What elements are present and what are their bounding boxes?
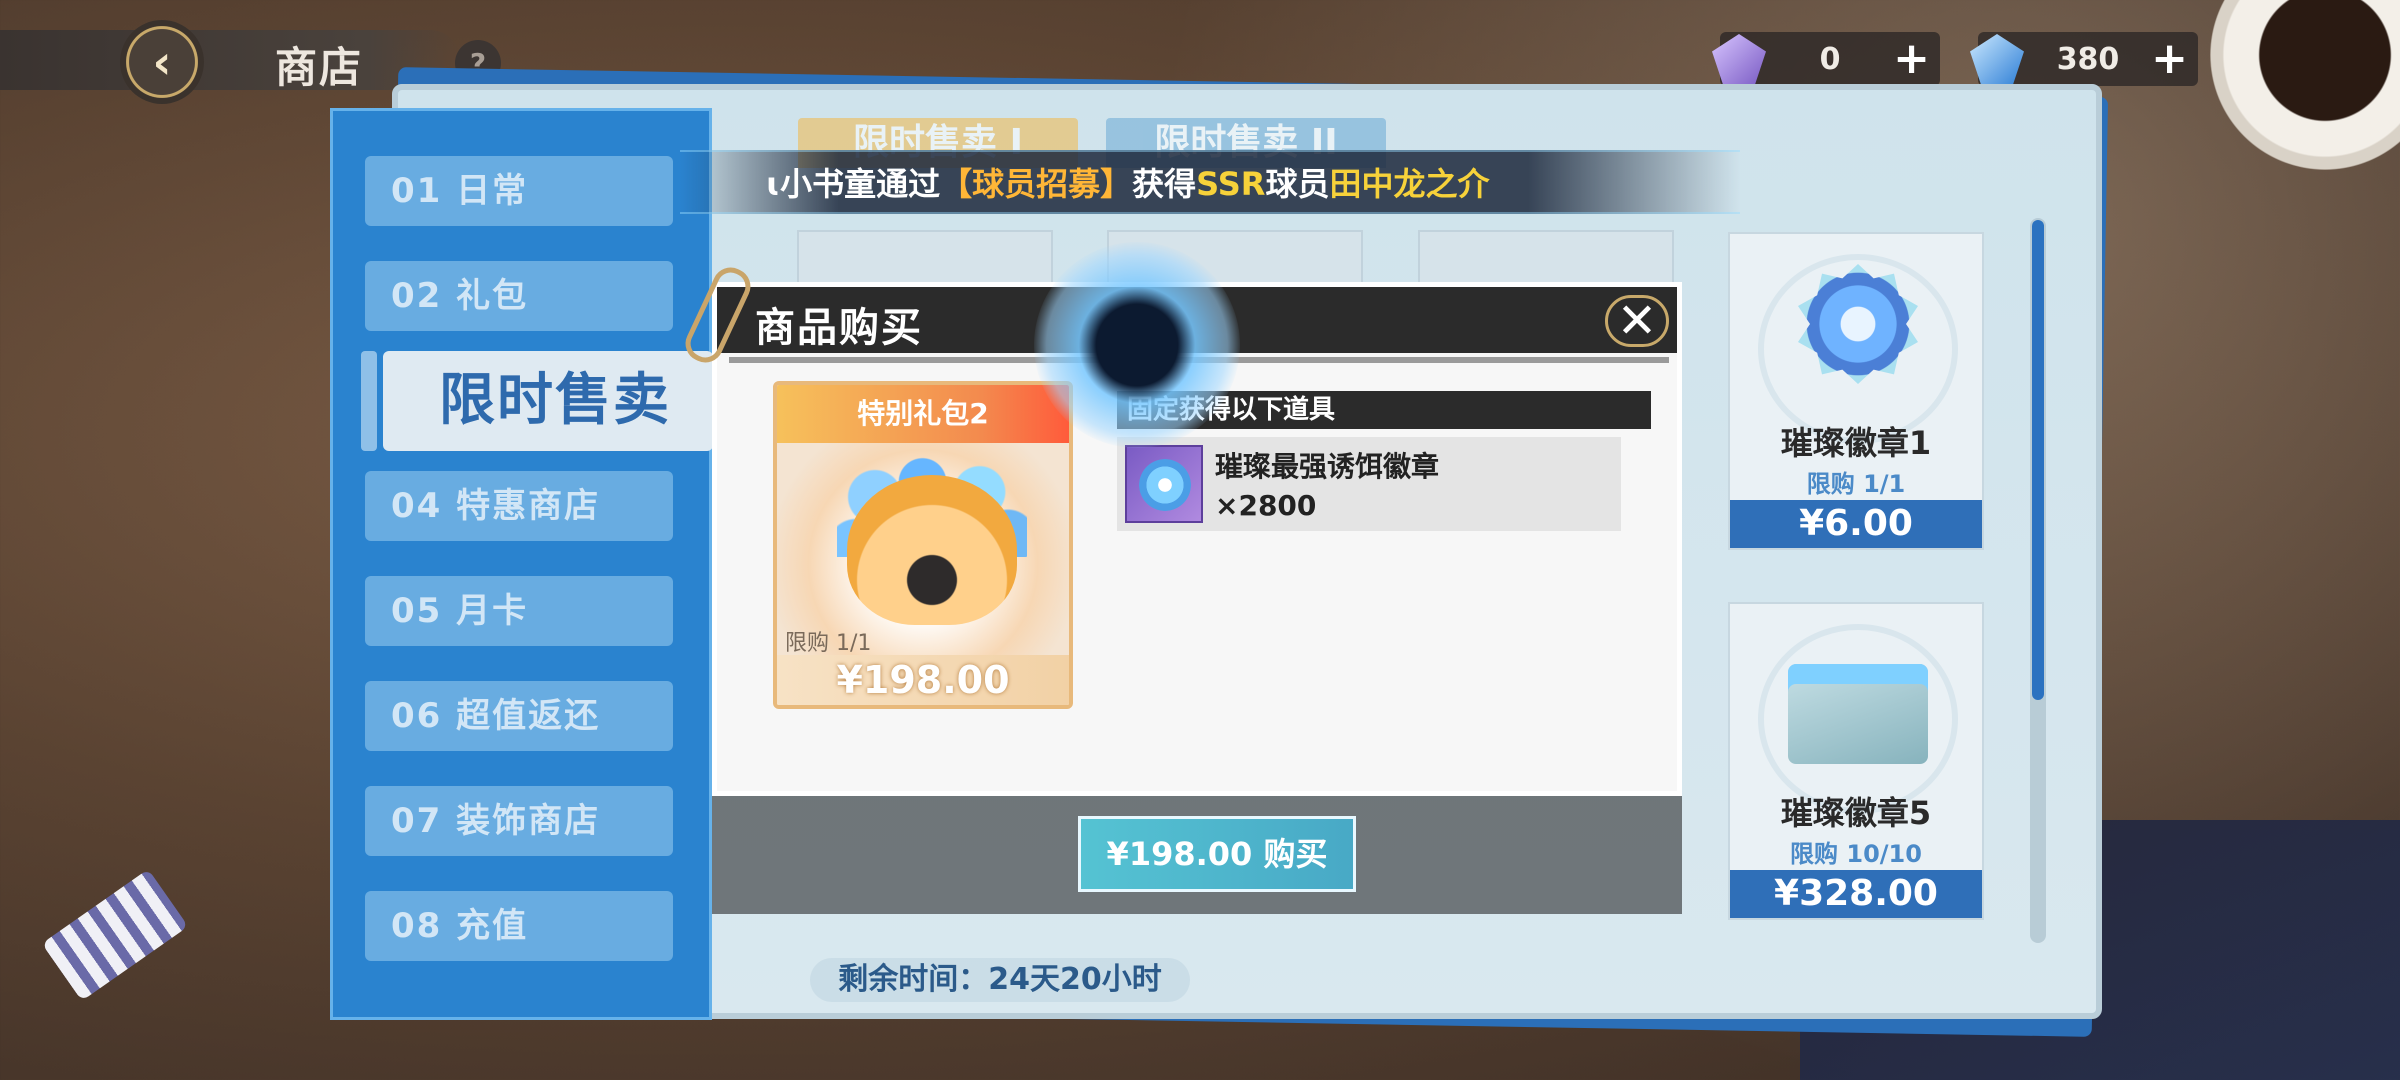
close-icon[interactable]: ✕ [1605, 295, 1669, 347]
gift-price: ¥198.00 [777, 655, 1069, 705]
product-name: 璀璨徽章5 [1780, 794, 1932, 832]
back-arrow-icon[interactable]: ‹ [120, 20, 204, 104]
reward-item-name: 璀璨最强诱饵徽章 [1215, 450, 1440, 483]
remaining-time: 剩余时间：24天20小时 [810, 958, 1190, 1002]
purple-gem-icon [1712, 34, 1766, 84]
currency-purple: 0 + [1712, 32, 1940, 86]
top-bar [0, 30, 460, 90]
dialog-title: 商品购买 [755, 305, 923, 351]
sidebar-item-recharge[interactable]: 08 充值 [365, 891, 673, 961]
product-card-badge-1[interactable]: 璀璨徽章1 限购 1/1 ¥6.00 [1728, 232, 1984, 550]
add-currency-button[interactable]: + [1893, 32, 1930, 86]
badge-item-icon [1125, 445, 1203, 523]
add-currency-button[interactable]: + [2151, 32, 2188, 86]
currency-value: 0 [1819, 41, 1841, 77]
sidebar-item-gift[interactable]: 02 礼包 [365, 261, 673, 331]
currency-value: 380 [2056, 41, 2120, 77]
purchase-limit: 限购 1/1 [1806, 470, 1906, 498]
marquee-text: ɩ小书童通过 [766, 165, 941, 203]
gift-title: 特别礼包2 [777, 385, 1069, 443]
glowing-orb-decoration [1034, 242, 1240, 448]
scrollbar-thumb[interactable] [2032, 220, 2044, 700]
buy-button[interactable]: ¥198.00 购买 [1078, 816, 1356, 892]
sidebar: 01 日常 02 礼包 限时售卖 04 特惠商店 05 月卡 06 超值返还 0… [330, 108, 713, 1020]
marquee-player-name: 田中龙之介 [1329, 165, 1490, 203]
announcement-marquee: ɩ小书童通过【球员招募】获得SSR球员田中龙之介 [680, 150, 1740, 214]
product-name: 璀璨徽章1 [1780, 424, 1932, 462]
reward-item-quantity: ×2800 [1215, 489, 1317, 522]
product-price: ¥328.00 [1730, 870, 1982, 918]
currency-blue: 380 + [1970, 32, 2198, 86]
sidebar-item-monthly-card[interactable]: 05 月卡 [365, 576, 673, 646]
sidebar-item-special-shop[interactable]: 04 特惠商店 [365, 471, 673, 541]
blue-gem-icon [1970, 34, 2024, 84]
sidebar-item-daily[interactable]: 01 日常 [365, 156, 673, 226]
badge-box-icon [1788, 664, 1928, 764]
gift-pack-card: 特别礼包2 限购 1/1 ¥198.00 [773, 381, 1073, 709]
gift-bag-icon [847, 475, 1017, 625]
marquee-text: 获得 [1132, 165, 1197, 203]
product-price: ¥6.00 [1730, 500, 1982, 548]
purchase-limit: 限购 10/10 [1790, 840, 1922, 868]
sidebar-item-decor-shop[interactable]: 07 装饰商店 [365, 786, 673, 856]
marquee-rarity: SSR [1196, 165, 1266, 203]
marquee-highlight: 【球员招募】 [940, 165, 1133, 203]
reward-item: 璀璨最强诱饵徽章 ×2800 [1117, 437, 1621, 531]
sidebar-item-limited-sale[interactable]: 限时售卖 [361, 351, 713, 451]
sidebar-item-rebate[interactable]: 06 超值返还 [365, 681, 673, 751]
page-title: 商店 [275, 43, 364, 92]
product-card-badge-5[interactable]: 璀璨徽章5 限购 10/10 ¥328.00 [1728, 602, 1984, 920]
gift-purchase-limit: 限购 1/1 [785, 631, 872, 656]
marquee-text: 球员 [1265, 165, 1330, 203]
